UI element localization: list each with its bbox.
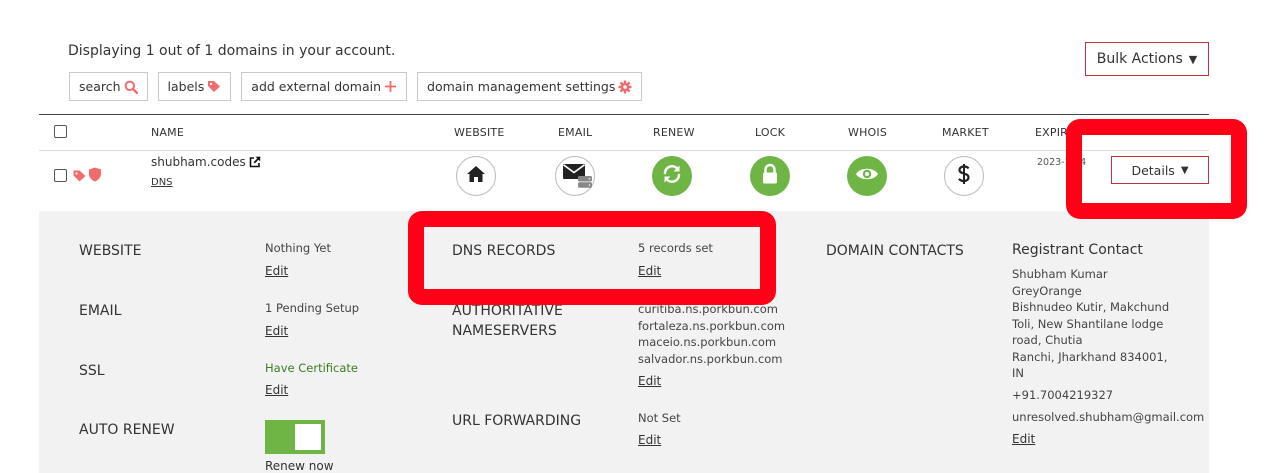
domain-management-settings-label: domain management settings [427,79,616,94]
column-header-website: WEBSITE [454,126,505,139]
refresh-icon [661,163,683,189]
renew-now-link[interactable]: Renew now [265,459,334,473]
select-all-checkbox[interactable] [54,125,67,138]
website-button[interactable] [456,156,496,196]
nameservers-edit-link[interactable]: Edit [638,374,661,388]
column-header-renew: RENEW [653,126,695,139]
registrant-contact-details: Shubham Kumar GreyOrange Bishnudeo Kutir… [1012,266,1182,382]
display-count: Displaying 1 out of 1 domains in your ac… [68,43,396,59]
domain-management-settings-button[interactable]: domain management settings [417,72,643,101]
market-button[interactable] [944,156,984,196]
plus-icon [384,80,397,93]
column-header-market: MARKET [942,126,989,139]
add-external-domain-button[interactable]: add external domain [241,72,408,101]
eye-icon [855,166,879,186]
email-button[interactable] [555,156,595,196]
annotation-highlight-details [1066,119,1247,219]
row-checkbox[interactable] [54,169,67,182]
envelope-icon [556,159,594,193]
column-header-expiry: EXPIR [1035,126,1069,139]
labels-button[interactable]: labels [157,72,232,101]
column-header-email: EMAIL [558,126,593,139]
ssl-value: Have Certificate [265,361,358,375]
registrant-city: Ranchi, Jharkhand 834001, IN [1012,349,1168,381]
url-forwarding-edit-link[interactable]: Edit [638,433,661,447]
external-link-icon [249,156,261,168]
toggle-knob [295,424,321,450]
registrant-phone: +91.7004219327 [1012,388,1114,402]
registrant-name: Shubham Kumar [1012,267,1108,281]
search-icon [124,80,138,94]
whois-button[interactable] [847,156,887,196]
authoritative-nameservers-label-line2: NAMESERVERS [452,323,557,339]
search-button[interactable]: search [69,72,148,101]
url-forwarding-label: URL FORWARDING [452,413,582,429]
auto-renew-label: AUTO RENEW [79,422,175,438]
labels-label: labels [167,79,205,94]
nameserver-item: maceio.ns.porkbun.com [638,335,777,349]
bulk-actions-label: Bulk Actions [1096,51,1183,67]
tag-icon[interactable] [73,167,86,186]
website-edit-link[interactable]: Edit [265,264,288,278]
website-value: Nothing Yet [265,241,331,255]
gear-icon [618,80,632,94]
renew-button[interactable] [652,156,692,196]
row-labels [73,167,102,186]
email-label: EMAIL [79,303,122,319]
domain-name-link[interactable]: shubham.codes [151,155,261,169]
website-label: WEBSITE [79,243,142,259]
lock-button[interactable] [750,156,790,196]
registrant-email: unresolved.shubham@gmail.com [1012,410,1205,424]
add-external-domain-label: add external domain [251,79,382,94]
column-header-lock: LOCK [755,126,786,139]
nameserver-item: salvador.ns.porkbun.com [638,351,783,366]
tag-icon [207,80,221,93]
registrant-edit-link[interactable]: Edit [1012,432,1035,446]
header-divider [39,150,1209,151]
domain-contacts-label: DOMAIN CONTACTS [826,243,964,259]
search-label: search [79,79,121,94]
annotation-highlight-dns-records [408,211,776,305]
nameserver-list: curitiba.ns.porkbun.com fortaleza.ns.por… [638,301,785,367]
email-value: 1 Pending Setup [265,301,360,315]
auto-renew-toggle[interactable] [265,420,325,454]
chevron-down-icon: ▼ [1188,52,1198,66]
bulk-actions-button[interactable]: Bulk Actions ▼ [1085,42,1209,76]
dollar-icon [957,163,971,189]
registrant-org: GreyOrange [1012,283,1082,298]
toolbar: search labels add external domain domain… [69,72,643,101]
table-top-rule [39,114,1209,115]
registrant-contact-title: Registrant Contact [1012,242,1143,258]
shield-icon[interactable] [88,167,102,186]
column-header-whois: WHOIS [848,126,888,139]
url-forwarding-value: Not Set [638,411,681,425]
ssl-edit-link[interactable]: Edit [265,383,288,397]
lock-icon [761,163,779,189]
nameserver-item: fortaleza.ns.porkbun.com [638,318,786,333]
home-icon [466,165,486,187]
ssl-label: SSL [79,363,105,379]
email-edit-link[interactable]: Edit [265,324,288,338]
dns-link[interactable]: DNS [151,177,173,188]
registrant-address: Bishnudeo Kutir, Makchund Toli, New Shan… [1012,300,1170,347]
domain-name: shubham.codes [151,155,246,169]
column-header-name: NAME [151,126,184,139]
